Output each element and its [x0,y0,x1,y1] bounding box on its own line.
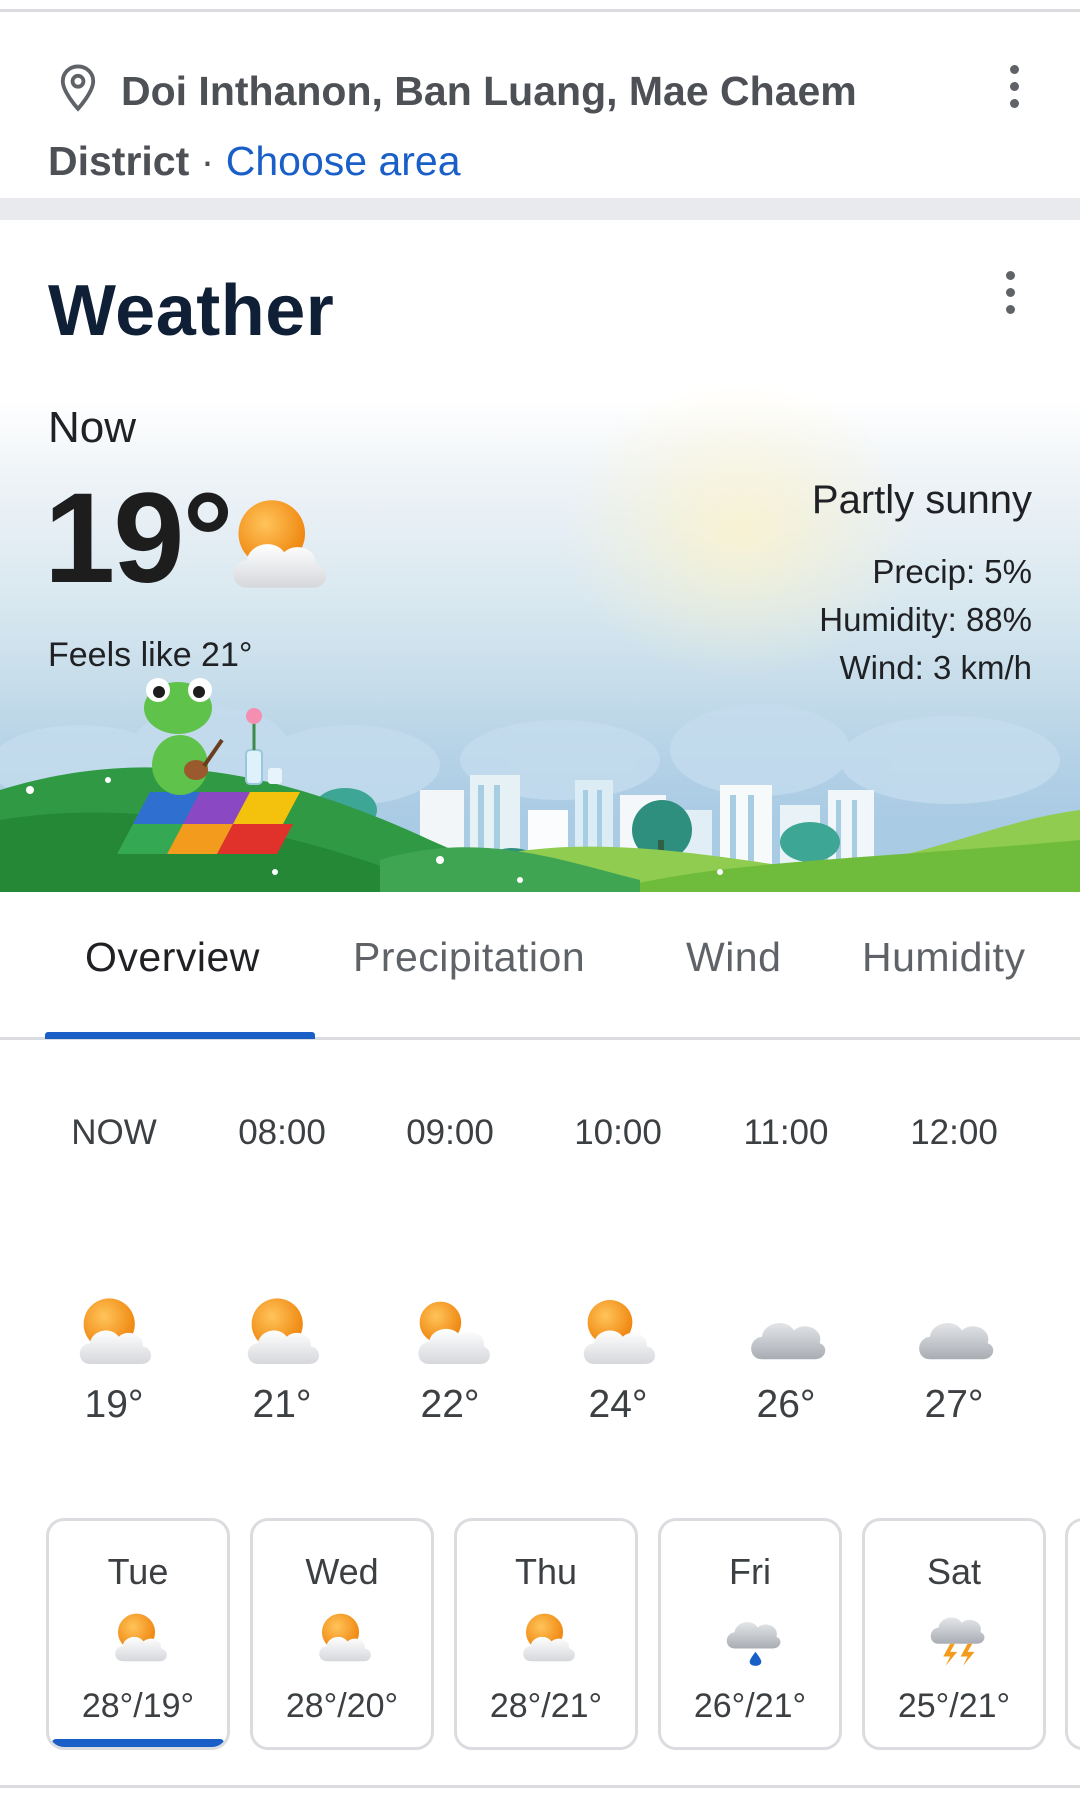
day-name: Fri [729,1551,771,1592]
cloudy-icon [751,1322,826,1360]
day-card-sat[interactable]: Sat 25°/21° [862,1518,1046,1750]
rain-icon [726,1622,781,1666]
more-vert-icon[interactable] [994,56,1034,116]
weather-title: Weather [48,271,335,351]
humidity-stat: Humidity: 88% [819,601,1032,638]
now-label: Now [48,403,137,452]
hour-time: 11:00 [743,1113,829,1152]
day-temps: 25°/21° [897,1687,1011,1725]
tab-overview[interactable]: Overview [85,934,260,981]
day-temps: 28°/20° [285,1687,399,1725]
partly-sunny-icon [523,1613,575,1662]
tab-precipitation[interactable]: Precipitation [353,934,585,981]
partly-sunny-icon [79,1298,152,1364]
cloudy-icon [919,1322,994,1360]
active-tab-indicator [45,1032,315,1039]
hour-item: 10:00 24° [534,1040,702,1440]
section-divider [0,198,1080,220]
day-temps: 26°/21° [693,1687,807,1725]
day-name: Tue [107,1551,169,1592]
top-divider [0,0,1080,12]
day-card-next-peek[interactable] [1065,1518,1080,1750]
partly-sunny-icon [233,500,327,588]
hour-temp: 21° [252,1383,312,1426]
weather-more-vert-icon[interactable] [990,262,1030,322]
partly-sunny-icon [115,1613,167,1662]
partly-sunny-icon [583,1300,656,1364]
hour-time: NOW [71,1113,157,1152]
hour-time: 10:00 [574,1113,662,1152]
day-card-wed[interactable]: Wed 28°/20° [250,1518,434,1750]
weather-stats: Precip: 5% Humidity: 88% Wind: 3 km/h [819,548,1032,692]
daily-forecast: Tue 28°/19° Wed 28°/20° Thu 28°/21° Fri … [0,1515,1080,1755]
precip-stat: Precip: 5% [872,553,1032,590]
hour-item: 11:00 26° [702,1040,870,1440]
hour-temp: 24° [588,1383,648,1426]
hour-temp: 22° [420,1383,480,1426]
wind-stat: Wind: 3 km/h [839,649,1032,686]
hour-temp: 27° [924,1383,984,1426]
day-card-thu[interactable]: Thu 28°/21° [454,1518,638,1750]
tab-humidity[interactable]: Humidity [862,934,1025,981]
hourly-forecast: NOW 19° 08:00 21° 09:00 22° 10:00 24° 11… [0,1040,1080,1510]
tab-wind[interactable]: Wind [686,934,781,981]
day-name: Thu [514,1551,578,1592]
day-name: Wed [305,1551,379,1592]
day-name: Sat [926,1551,982,1592]
condition-text: Partly sunny [811,478,1032,522]
day-temps: 28°/21° [489,1687,603,1725]
weather-hero: Weather Now 19° Feels like 21° Partly su… [0,220,1080,892]
location-text: Doi Inthanon, Ban Luang, Mae Chaem Distr… [48,56,978,196]
hour-temp: 19° [84,1383,144,1426]
day-temps: 28°/19° [81,1687,195,1725]
location-separator: · [200,138,215,184]
location-header: Doi Inthanon, Ban Luang, Mae Chaem Distr… [0,12,1080,198]
choose-area-link[interactable]: Choose area [226,138,461,184]
feels-like: Feels like 21° [48,636,253,674]
hour-item: 08:00 21° [198,1040,366,1440]
hour-time: 08:00 [238,1113,326,1152]
hour-item: 12:00 27° [870,1040,1038,1440]
day-card-tue[interactable]: Tue 28°/19° [46,1518,230,1750]
bottom-divider [0,1785,1080,1788]
thunderstorm-icon [930,1617,985,1666]
partly-sunny-icon [319,1613,371,1662]
hour-time: 09:00 [406,1113,494,1152]
weather-tabs: Overview Precipitation Wind Humidity [0,892,1080,1040]
hour-item: 09:00 22° [366,1040,534,1440]
hour-temp: 26° [756,1383,816,1426]
day-card-fri[interactable]: Fri 26°/21° [658,1518,842,1750]
hour-item: NOW 19° [30,1040,198,1440]
current-temperature: 19° [44,467,234,610]
mostly-cloudy-icon [418,1301,490,1364]
hour-time: 12:00 [910,1113,998,1152]
selected-day-indicator [52,1739,224,1747]
partly-sunny-icon [247,1298,320,1364]
